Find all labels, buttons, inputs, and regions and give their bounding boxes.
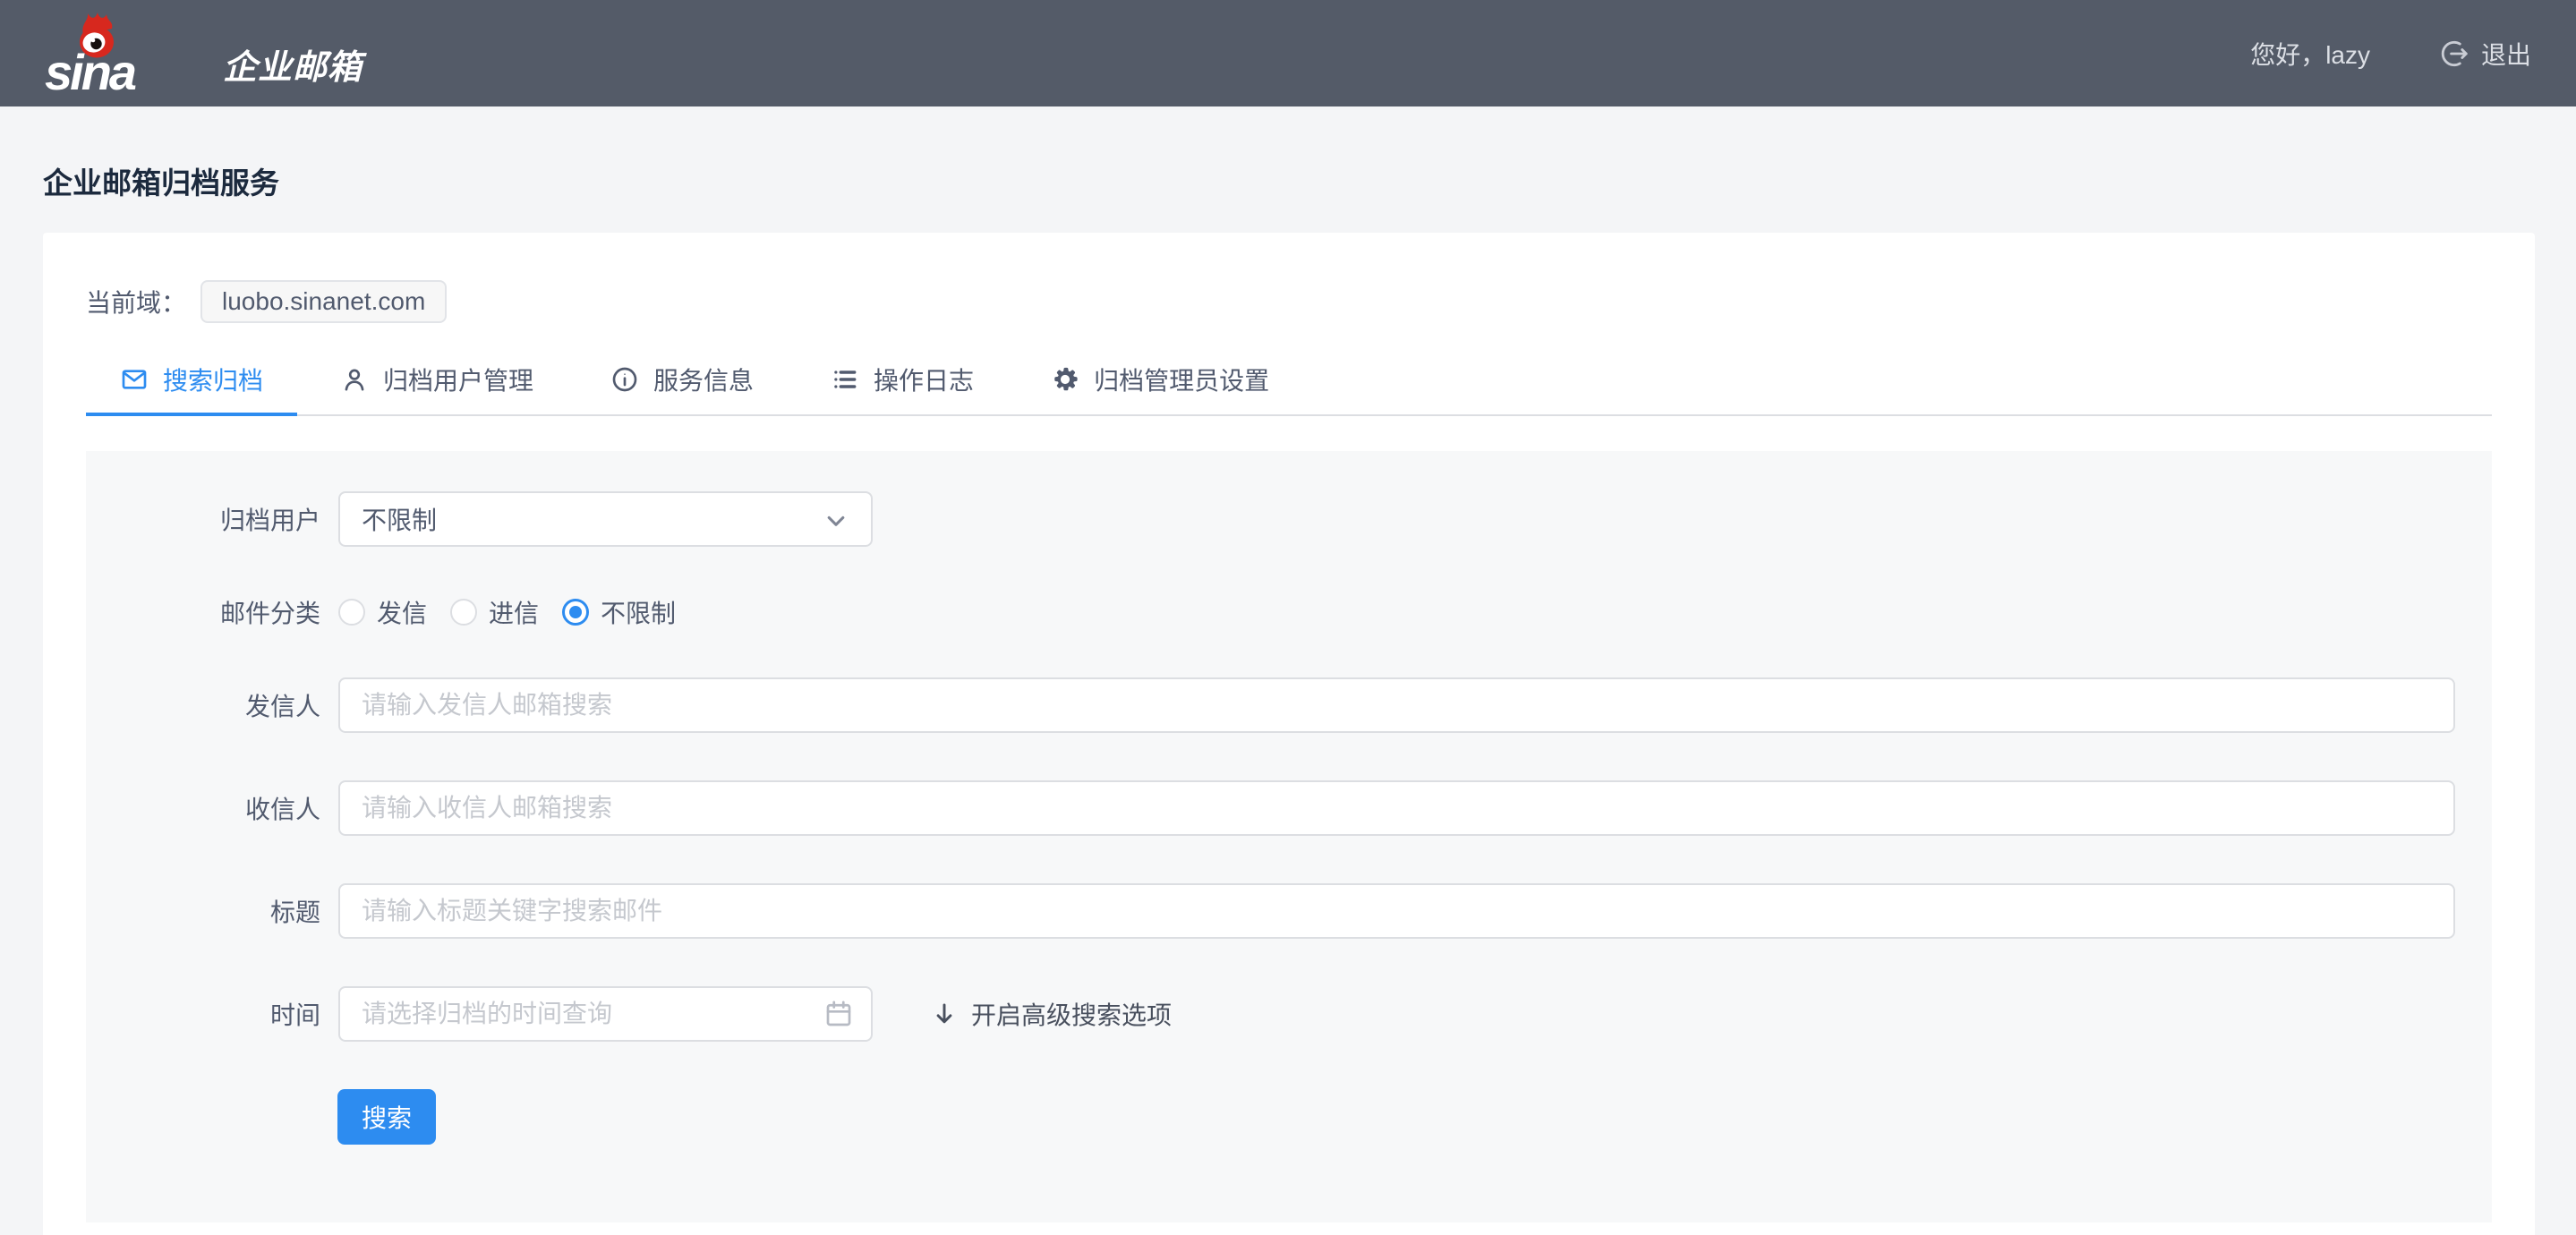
tab-label: 归档用户管理 (383, 362, 533, 397)
advanced-search-label: 开启高级搜索选项 (971, 996, 1172, 1032)
chevron-down-icon (821, 506, 851, 536)
arrow-down-icon (930, 1000, 959, 1028)
button-row: 搜索 (337, 1089, 2492, 1145)
tab-service-info[interactable]: 服务信息 (576, 345, 788, 414)
advanced-search-toggle[interactable]: 开启高级搜索选项 (930, 996, 1172, 1032)
search-form-panel: 归档用户 不限制 邮件分类 发信 (86, 451, 2492, 1222)
sender-row: 发信人 (86, 677, 2492, 733)
radio-label: 进信 (489, 594, 539, 630)
recipient-label: 收信人 (86, 790, 320, 826)
user-greeting: 您好，lazy (2250, 36, 2370, 72)
logout-button[interactable]: 退出 (2436, 36, 2531, 72)
tab-archive-user-management[interactable]: 归档用户管理 (306, 345, 567, 414)
calendar-icon[interactable] (823, 998, 855, 1030)
subject-input[interactable] (338, 883, 2455, 939)
logout-icon (2436, 37, 2470, 71)
radio-incoming[interactable]: 进信 (450, 594, 539, 630)
page-head: 企业邮箱归档服务 (0, 106, 2576, 203)
radio-unlimited[interactable]: 不限制 (562, 594, 676, 630)
brand-logo: sina 企业邮箱 (45, 0, 363, 106)
tab-label: 归档管理员设置 (1094, 362, 1269, 397)
main-card: 当前域： luobo.sinanet.com 搜索归档 归档用户管理 (43, 233, 2535, 1235)
info-icon (610, 365, 639, 394)
archive-user-label: 归档用户 (86, 501, 320, 537)
archive-user-selected-value: 不限制 (362, 501, 437, 537)
sender-input[interactable] (338, 677, 2455, 733)
search-button[interactable]: 搜索 (337, 1089, 436, 1145)
radio-circle (338, 599, 365, 626)
app-header: sina 企业邮箱 您好，lazy 退出 (0, 0, 2576, 106)
mail-category-radio-group: 发信 进信 不限制 (338, 594, 699, 630)
recipient-input[interactable] (338, 780, 2455, 836)
brand-product-name: 企业邮箱 (223, 39, 363, 98)
page-title: 企业邮箱归档服务 (43, 164, 2533, 203)
radio-circle (450, 599, 477, 626)
mail-icon (120, 365, 149, 394)
recipient-row: 收信人 (86, 780, 2492, 836)
tab-bar: 搜索归档 归档用户管理 服务信息 (86, 345, 2492, 416)
tab-archive-admin-settings[interactable]: 归档管理员设置 (1017, 345, 1303, 414)
subject-label: 标题 (86, 893, 320, 929)
sina-logo: sina (45, 8, 210, 98)
header-right: 您好，lazy 退出 (2250, 36, 2531, 72)
time-row: 时间 开启高 (86, 986, 2492, 1042)
mail-category-label: 邮件分类 (86, 594, 320, 630)
tab-operation-log[interactable]: 操作日志 (797, 345, 1008, 414)
archive-user-select[interactable]: 不限制 (338, 491, 873, 547)
tab-search-archive[interactable]: 搜索归档 (86, 345, 297, 414)
list-icon (831, 365, 859, 394)
current-domain-label: 当前域： (86, 284, 186, 319)
subject-row: 标题 (86, 883, 2492, 939)
time-input[interactable] (338, 986, 873, 1042)
current-domain-badge: luobo.sinanet.com (200, 280, 447, 323)
radio-outgoing[interactable]: 发信 (338, 594, 427, 630)
user-icon (340, 365, 369, 394)
mail-category-row: 邮件分类 发信 进信 不限制 (86, 594, 2492, 630)
tab-label: 搜索归档 (163, 362, 263, 397)
tab-label: 服务信息 (653, 362, 754, 397)
gear-icon (1051, 365, 1079, 394)
sender-label: 发信人 (86, 687, 320, 723)
tab-label: 操作日志 (874, 362, 974, 397)
time-date-picker (338, 986, 873, 1042)
radio-label: 发信 (377, 594, 427, 630)
radio-label: 不限制 (601, 594, 676, 630)
logout-label: 退出 (2481, 36, 2531, 72)
screen: sina 企业邮箱 您好，lazy 退出 企业邮箱归档服务 当前域： luobo… (0, 0, 2576, 1235)
time-label: 时间 (86, 996, 320, 1032)
archive-user-row: 归档用户 不限制 (86, 491, 2492, 547)
sina-wordmark: sina (45, 47, 134, 98)
current-domain-row: 当前域： luobo.sinanet.com (86, 280, 2492, 323)
radio-circle-selected (562, 599, 589, 626)
